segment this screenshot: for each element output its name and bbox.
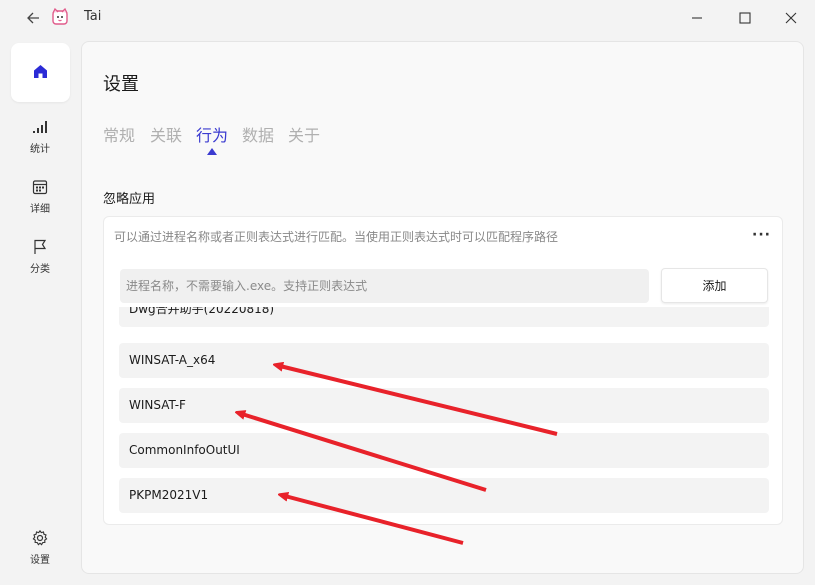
tab-behavior[interactable]: 行为 bbox=[196, 122, 228, 146]
sidebar-item-settings[interactable]: 设置 bbox=[14, 529, 66, 575]
section-label: 忽略应用 bbox=[103, 192, 156, 207]
back-arrow-icon[interactable] bbox=[24, 8, 44, 28]
more-options-button[interactable]: ··· bbox=[752, 228, 772, 243]
sidebar-item-category[interactable]: 分类 bbox=[14, 238, 66, 284]
minimize-icon[interactable] bbox=[685, 6, 709, 30]
app-title: Tai bbox=[84, 9, 102, 24]
tab-general[interactable]: 常规 bbox=[103, 122, 135, 146]
app-logo-icon bbox=[52, 7, 68, 25]
flag-icon bbox=[34, 239, 47, 254]
sidebar-item-label: 分类 bbox=[30, 264, 50, 275]
home-icon bbox=[34, 65, 47, 78]
sidebar-item-details[interactable]: 详细 bbox=[14, 178, 66, 224]
page-title: 设置 bbox=[103, 74, 139, 95]
tab-data[interactable]: 数据 bbox=[242, 122, 274, 146]
calendar-icon bbox=[32, 180, 48, 195]
close-icon[interactable] bbox=[779, 6, 803, 30]
main-panel: 设置 常规 关联 行为 数据 关于 忽略应用 可以通过进程名称或者正则表达式进行… bbox=[81, 41, 804, 574]
add-button[interactable]: 添加 bbox=[661, 268, 768, 303]
bar-chart-icon bbox=[33, 121, 47, 133]
list-item[interactable]: PKPM2021V1 bbox=[119, 478, 769, 513]
process-name-input[interactable] bbox=[120, 269, 649, 303]
tab-association[interactable]: 关联 bbox=[150, 122, 182, 146]
list-item[interactable]: Dwg合并助手(20220818) bbox=[119, 307, 769, 327]
list-item[interactable]: CommonInfoOutUI bbox=[119, 433, 769, 468]
tab-about[interactable]: 关于 bbox=[288, 122, 320, 146]
list-item[interactable]: WINSAT-F bbox=[119, 388, 769, 423]
list-item[interactable]: WINSAT-A_x64 bbox=[119, 343, 769, 378]
sidebar-item-label: 设置 bbox=[30, 555, 50, 566]
sidebar-item-home[interactable] bbox=[11, 43, 70, 102]
ignored-apps-list: Dwg合并助手(20220818) WINSAT-A_x64 WINSAT-F … bbox=[119, 307, 769, 517]
gear-icon bbox=[32, 529, 48, 546]
ignore-apps-card: 可以通过进程名称或者正则表达式进行匹配。当使用正则表达式时可以匹配程序路径 ··… bbox=[103, 216, 783, 525]
sidebar-item-label: 统计 bbox=[30, 144, 50, 155]
active-tab-indicator bbox=[207, 148, 217, 155]
card-description: 可以通过进程名称或者正则表达式进行匹配。当使用正则表达式时可以匹配程序路径 bbox=[114, 230, 559, 244]
sidebar-item-stats[interactable]: 统计 bbox=[14, 118, 66, 164]
title-bar: Tai bbox=[0, 0, 815, 36]
maximize-icon[interactable] bbox=[733, 6, 757, 30]
sidebar-item-label: 详细 bbox=[30, 204, 50, 215]
